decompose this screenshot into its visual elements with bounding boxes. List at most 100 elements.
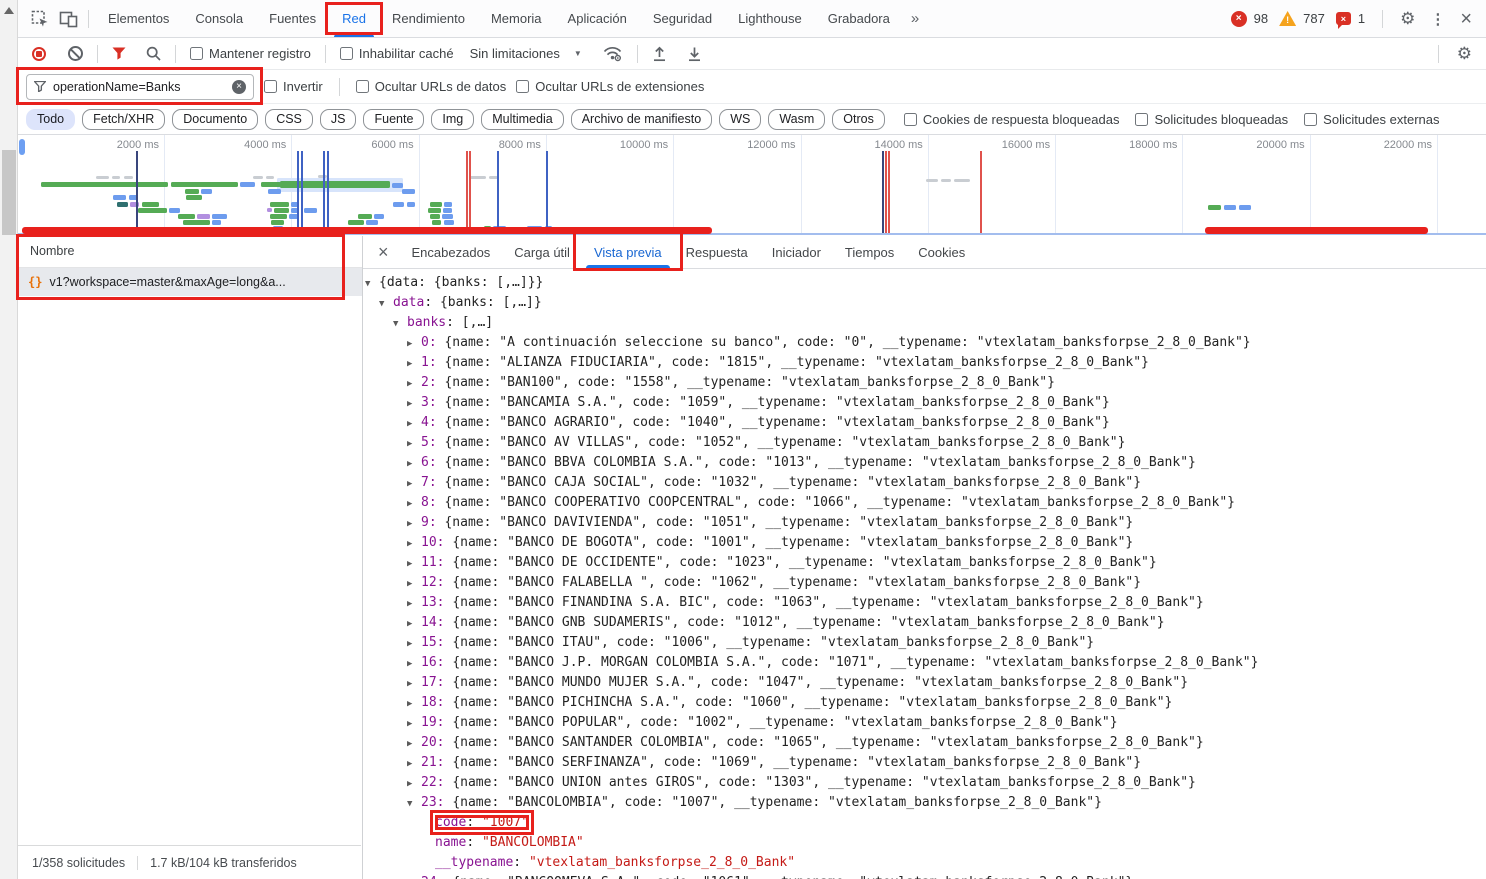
filter-chip-wasm[interactable]: Wasm xyxy=(768,109,825,130)
devtools-tab-consola[interactable]: Consola xyxy=(182,0,256,37)
json-bank-row[interactable]: ▶16: {name: "BANCO J.P. MORGAN COLOMBIA … xyxy=(363,653,1486,673)
expand-arrow-icon[interactable]: ▶ xyxy=(407,354,421,374)
request-row[interactable]: {} v1?workspace=master&maxAge=long&a... xyxy=(18,268,362,296)
throttling-dropdown[interactable]: Sin limitaciones ▼ xyxy=(470,46,582,61)
expand-arrow-icon[interactable]: ▶ xyxy=(407,714,421,734)
filter-chip-multimedia[interactable]: Multimedia xyxy=(481,109,563,130)
expand-arrow-icon[interactable]: ▶ xyxy=(407,734,421,754)
tab-iniciador[interactable]: Iniciador xyxy=(760,236,833,268)
hide-data-urls-checkbox[interactable]: Ocultar URLs de datos xyxy=(356,79,507,94)
inspect-element-icon[interactable] xyxy=(26,6,54,32)
tab-encabezados[interactable]: Encabezados xyxy=(400,236,503,268)
search-icon[interactable] xyxy=(146,46,161,61)
tab-respuesta[interactable]: Respuesta xyxy=(674,236,760,268)
close-devtools-icon[interactable]: × xyxy=(1456,11,1476,27)
expand-arrow-icon[interactable]: ▶ xyxy=(407,694,421,714)
devtools-tab-memoria[interactable]: Memoria xyxy=(478,0,555,37)
devtools-tab-aplicaci-n[interactable]: Aplicación xyxy=(555,0,640,37)
expand-arrow-icon[interactable]: ▶ xyxy=(407,454,421,474)
filter-chip-css[interactable]: CSS xyxy=(265,109,313,130)
network-filter-input-box[interactable]: × xyxy=(26,74,254,100)
checkbox-box[interactable] xyxy=(904,113,917,126)
json-bank-row[interactable]: ▶13: {name: "BANCO FINANDINA S.A. BIC", … xyxy=(363,593,1486,613)
json-bank-row[interactable]: ▶3: {name: "BANCAMIA S.A.", code: "1059"… xyxy=(363,393,1486,413)
scroll-up-arrow-icon[interactable] xyxy=(4,7,14,14)
json-bank-row[interactable]: ▶6: {name: "BANCO BBVA COLOMBIA S.A.", c… xyxy=(363,453,1486,473)
devtools-tab-lighthouse[interactable]: Lighthouse xyxy=(725,0,815,37)
filter-chip-archivo-de-manifiesto[interactable]: Archivo de manifiesto xyxy=(571,109,713,130)
expand-arrow-icon[interactable]: ▶ xyxy=(407,754,421,774)
json-banks-row[interactable]: ▼banks: [,…] xyxy=(363,313,1486,333)
json-bank-row[interactable]: ▶8: {name: "BANCO COOPERATIVO COOPCENTRA… xyxy=(363,493,1486,513)
expand-arrow-icon[interactable]: ▶ xyxy=(407,674,421,694)
filter-chip-img[interactable]: Img xyxy=(431,109,474,130)
clear-filter-icon[interactable]: × xyxy=(232,80,246,94)
filter-checkbox-solicitudes-externas[interactable]: Solicitudes externas xyxy=(1304,112,1439,127)
json-bank-row[interactable]: ▶21: {name: "BANCO SERFINANZA", code: "1… xyxy=(363,753,1486,773)
warning-icon[interactable]: ! xyxy=(1279,11,1296,26)
devtools-tab-grabadora[interactable]: Grabadora xyxy=(815,0,903,37)
json-data-row[interactable]: ▼data: {banks: [,…]} xyxy=(363,293,1486,313)
collapse-arrow-icon[interactable]: ▼ xyxy=(379,294,393,314)
json-bank-row[interactable]: ▶24: {name: "BANCOOMEVA S.A.", code: "10… xyxy=(363,873,1486,879)
checkbox-box[interactable] xyxy=(356,80,369,93)
clear-network-log-icon[interactable] xyxy=(68,46,83,61)
filter-chip-documento[interactable]: Documento xyxy=(172,109,258,130)
checkbox-box[interactable] xyxy=(264,80,277,93)
device-toolbar-icon[interactable] xyxy=(54,6,82,32)
collapse-arrow-icon[interactable]: ▼ xyxy=(407,794,421,814)
json-bank-row[interactable]: ▶14: {name: "BANCO GNB SUDAMERIS", code:… xyxy=(363,613,1486,633)
json-bank-row[interactable]: ▶19: {name: "BANCO POPULAR", code: "1002… xyxy=(363,713,1486,733)
export-har-icon[interactable] xyxy=(687,46,702,62)
json-root-row[interactable]: ▼{data: {banks: [,…]}} xyxy=(363,273,1486,293)
disable-cache-checkbox[interactable]: Inhabilitar caché xyxy=(340,46,454,61)
filter-chip-js[interactable]: JS xyxy=(320,109,357,130)
json-bank-row[interactable]: ▶0: {name: "A continuación seleccione su… xyxy=(363,333,1486,353)
checkbox-box[interactable] xyxy=(340,47,353,60)
expand-arrow-icon[interactable]: ▶ xyxy=(407,494,421,514)
json-bank-row[interactable]: ▶9: {name: "BANCO DAVIVIENDA", code: "10… xyxy=(363,513,1486,533)
close-details-icon[interactable]: × xyxy=(367,236,400,268)
expand-arrow-icon[interactable]: ▶ xyxy=(407,334,421,354)
network-filter-input[interactable] xyxy=(53,80,225,94)
expand-arrow-icon[interactable]: ▶ xyxy=(407,874,421,879)
expand-arrow-icon[interactable]: ▶ xyxy=(407,474,421,494)
json-bank-row[interactable]: ▶4: {name: "BANCO AGRARIO", code: "1040"… xyxy=(363,413,1486,433)
filter-funnel-icon[interactable] xyxy=(112,47,126,60)
expand-arrow-icon[interactable]: ▶ xyxy=(407,514,421,534)
expand-arrow-icon[interactable]: ▶ xyxy=(407,414,421,434)
checkbox-box[interactable] xyxy=(1304,113,1317,126)
scrollbar-thumb[interactable] xyxy=(2,150,16,235)
tab-carga-til[interactable]: Carga útil xyxy=(502,236,582,268)
tab-tiempos[interactable]: Tiempos xyxy=(833,236,906,268)
json-bank-row[interactable]: ▼23: {name: "BANCOLOMBIA", code: "1007",… xyxy=(363,793,1486,813)
expand-arrow-icon[interactable]: ▶ xyxy=(407,554,421,574)
json-bank-row[interactable]: ▶20: {name: "BANCO SANTANDER COLOMBIA", … xyxy=(363,733,1486,753)
expand-arrow-icon[interactable]: ▶ xyxy=(407,574,421,594)
expand-arrow-icon[interactable]: ▶ xyxy=(407,774,421,794)
devtools-tab-rendimiento[interactable]: Rendimiento xyxy=(379,0,478,37)
devtools-tab-fuentes[interactable]: Fuentes xyxy=(256,0,329,37)
record-network-log-icon[interactable] xyxy=(32,47,46,61)
devtools-tab-elementos[interactable]: Elementos xyxy=(95,0,182,37)
json-bank-row[interactable]: ▶18: {name: "BANCO PICHINCHA S.A.", code… xyxy=(363,693,1486,713)
error-icon[interactable]: × xyxy=(1231,11,1247,27)
checkbox-box[interactable] xyxy=(190,47,203,60)
name-column-header[interactable]: Nombre xyxy=(18,236,362,268)
filter-chip-fuente[interactable]: Fuente xyxy=(363,109,424,130)
json-bank-row[interactable]: ▶17: {name: "BANCO MUNDO MUJER S.A.", co… xyxy=(363,673,1486,693)
more-options-icon[interactable]: ⋮ xyxy=(1426,10,1449,28)
hide-extension-urls-checkbox[interactable]: Ocultar URLs de extensiones xyxy=(516,79,704,94)
error-count[interactable]: 98 xyxy=(1254,11,1268,26)
filter-chip-otros[interactable]: Otros xyxy=(832,109,885,130)
expand-arrow-icon[interactable]: ▶ xyxy=(407,654,421,674)
devtools-tab-red[interactable]: Red xyxy=(329,0,379,37)
json-bank-row[interactable]: ▶7: {name: "BANCO CAJA SOCIAL", code: "1… xyxy=(363,473,1486,493)
expand-arrow-icon[interactable]: ▶ xyxy=(407,634,421,654)
filter-chip-ws[interactable]: WS xyxy=(719,109,761,130)
issues-icon[interactable]: × xyxy=(1336,12,1351,25)
page-scrollbar[interactable] xyxy=(0,0,18,879)
network-settings-gear-icon[interactable]: ⚙ xyxy=(1453,44,1476,64)
tab-cookies[interactable]: Cookies xyxy=(906,236,977,268)
expand-arrow-icon[interactable]: ▶ xyxy=(407,614,421,634)
